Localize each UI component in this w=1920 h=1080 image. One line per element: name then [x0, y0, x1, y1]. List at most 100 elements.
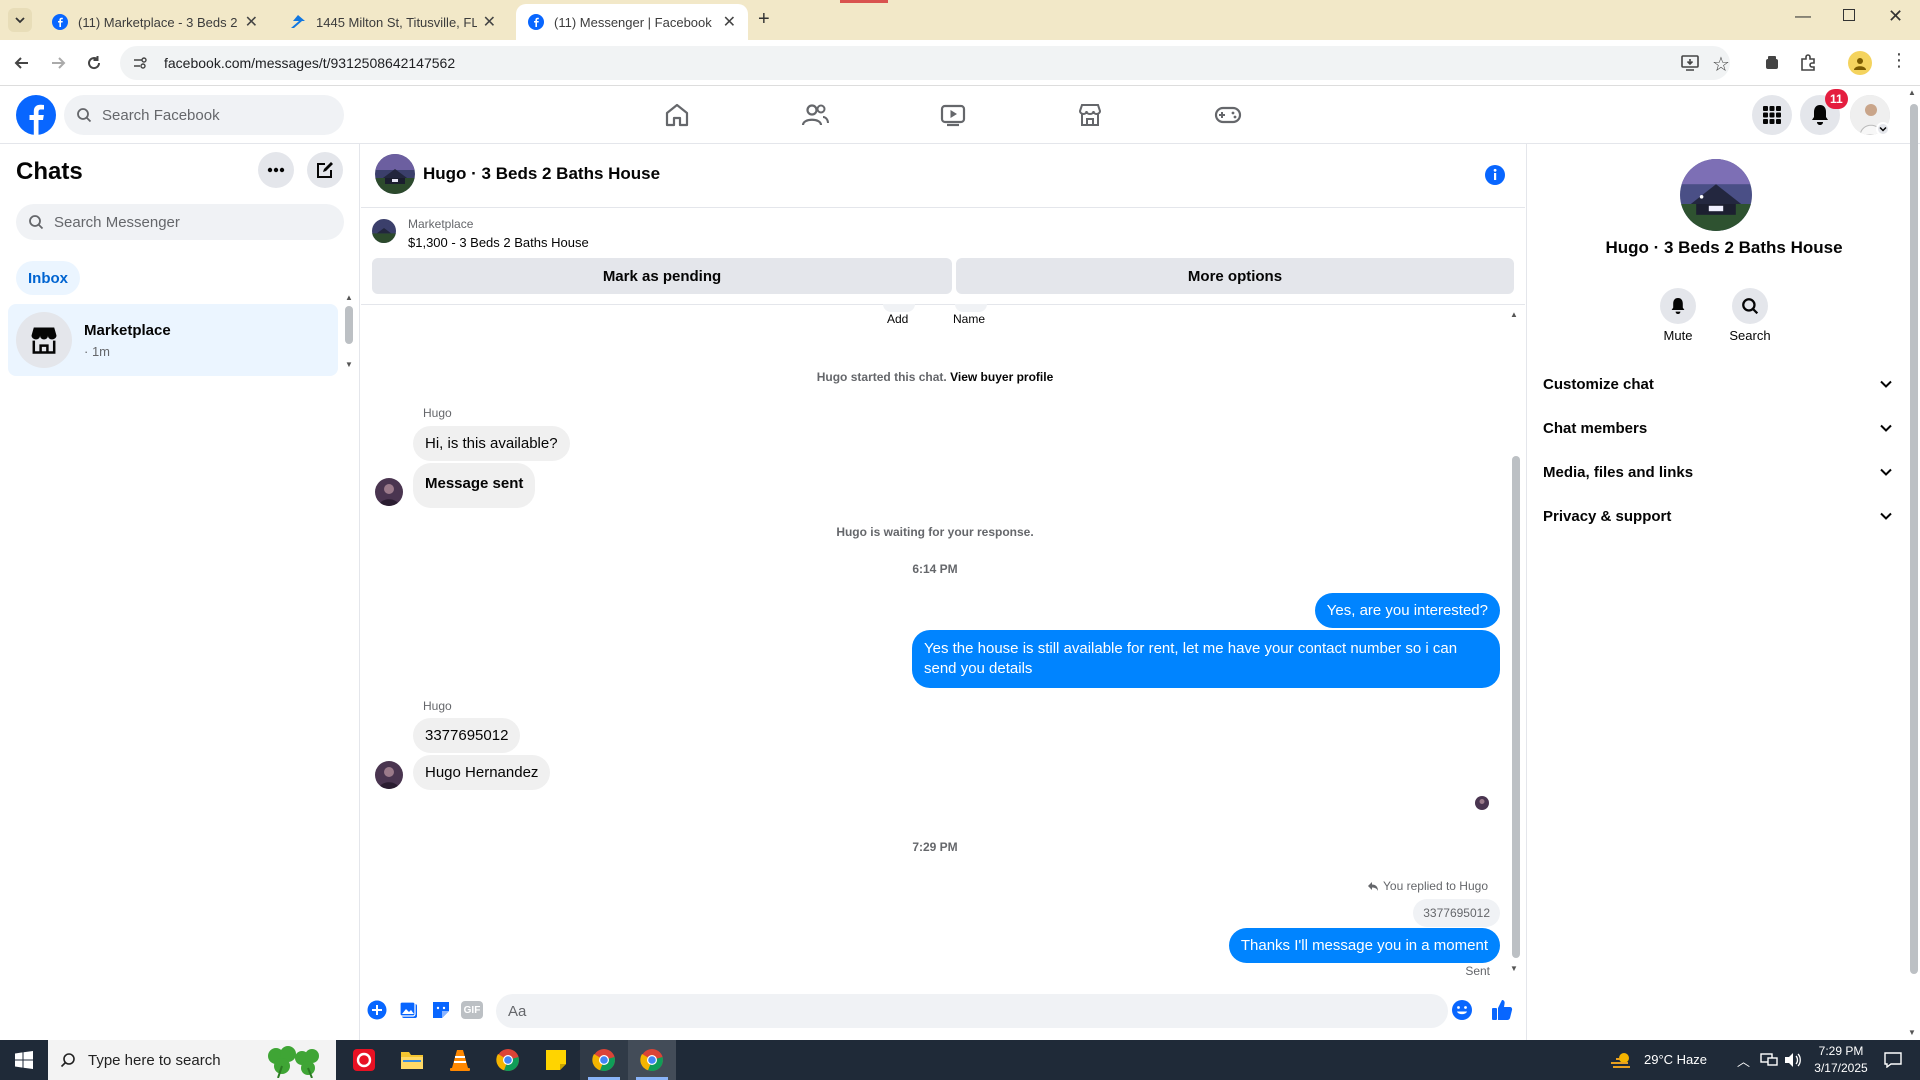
- conversation-scrollbar[interactable]: [1512, 456, 1520, 958]
- taskbar-search-input[interactable]: Type here to search: [48, 1040, 336, 1080]
- minimize-button[interactable]: —: [1795, 8, 1811, 26]
- conversation-info-button[interactable]: [1484, 164, 1506, 186]
- attach-photo-button[interactable]: [399, 1000, 419, 1020]
- start-button[interactable]: [0, 1040, 48, 1080]
- view-buyer-profile-link[interactable]: View buyer profile: [950, 370, 1053, 384]
- sender-avatar[interactable]: [375, 478, 403, 506]
- tab-search-button[interactable]: [8, 8, 32, 32]
- browser-menu-icon[interactable]: ⋮: [1890, 50, 1908, 71]
- scroll-up-arrow[interactable]: ▲: [1908, 88, 1916, 97]
- chats-options-button[interactable]: [258, 152, 294, 188]
- close-icon[interactable]: ✕: [483, 12, 496, 32]
- clock-time[interactable]: 7:29 PM: [1810, 1044, 1872, 1058]
- reload-button[interactable]: [84, 53, 104, 73]
- facebook-logo[interactable]: [16, 95, 56, 135]
- close-icon[interactable]: ✕: [245, 12, 258, 32]
- taskbar-file-explorer[interactable]: [388, 1040, 436, 1080]
- scroll-up-arrow[interactable]: ▲: [1510, 310, 1518, 319]
- clock-date[interactable]: 3/17/2025: [1808, 1061, 1874, 1075]
- address-bar[interactable]: facebook.com/messages/t/9312508642147562: [120, 46, 1730, 80]
- media-files-links-row[interactable]: Media, files and links: [1543, 450, 1893, 494]
- chat-members-row[interactable]: Chat members: [1543, 406, 1893, 450]
- listing-thumbnail[interactable]: [372, 219, 396, 243]
- weather-text[interactable]: 29°C Haze: [1644, 1052, 1707, 1067]
- new-message-button[interactable]: [307, 152, 343, 188]
- site-settings-icon[interactable]: [132, 55, 148, 71]
- taskbar-chrome-profile-2[interactable]: [628, 1040, 676, 1080]
- add-action-label[interactable]: Add: [887, 312, 908, 326]
- facebook-logo-icon: [16, 95, 56, 135]
- listing-price-title[interactable]: $1,300 - 3 Beds 2 Baths House: [408, 235, 589, 250]
- menu-button[interactable]: [1752, 95, 1792, 135]
- nav-home[interactable]: [662, 100, 692, 130]
- customize-chat-row[interactable]: Customize chat: [1543, 362, 1893, 406]
- chevron-down-icon: [1880, 424, 1892, 432]
- conversation-title[interactable]: Hugo · 3 Beds 2 Baths House: [423, 164, 660, 184]
- scroll-down-arrow[interactable]: ▼: [1510, 964, 1518, 973]
- messenger-search-input[interactable]: Search Messenger: [16, 204, 344, 240]
- taskbar-sticky-notes[interactable]: [532, 1040, 580, 1080]
- nav-watch[interactable]: [938, 100, 968, 130]
- outgoing-message[interactable]: Yes, are you interested?: [1314, 593, 1500, 628]
- listing-avatar[interactable]: [375, 154, 415, 194]
- sender-avatar[interactable]: [375, 761, 403, 789]
- gif-icon[interactable]: GIF: [461, 1001, 483, 1019]
- extensions-icon[interactable]: [1798, 53, 1818, 73]
- name-action-icon[interactable]: [955, 304, 987, 312]
- profile-avatar-icon[interactable]: [1848, 51, 1872, 75]
- add-action-icon[interactable]: [883, 304, 915, 312]
- scroll-down-arrow[interactable]: ▼: [1908, 1028, 1916, 1037]
- close-icon[interactable]: ✕: [723, 12, 736, 32]
- search-conversation-button[interactable]: [1732, 288, 1768, 324]
- bookmark-star-icon[interactable]: ☆: [1712, 52, 1730, 77]
- more-actions-button[interactable]: [367, 1000, 387, 1020]
- taskbar-vlc[interactable]: [436, 1040, 484, 1080]
- restore-button[interactable]: [1843, 9, 1855, 21]
- new-tab-button[interactable]: +: [758, 8, 770, 31]
- scroll-up-arrow[interactable]: ▲: [345, 293, 353, 302]
- close-window-button[interactable]: ✕: [1888, 6, 1903, 27]
- mute-button[interactable]: [1660, 288, 1696, 324]
- privacy-support-row[interactable]: Privacy & support: [1543, 494, 1893, 538]
- message-composer-input[interactable]: Aa: [496, 994, 1448, 1028]
- back-button[interactable]: [12, 53, 32, 73]
- scroll-down-arrow[interactable]: ▼: [345, 360, 353, 369]
- tab-messenger[interactable]: (11) Messenger | Facebook ✕: [516, 4, 748, 40]
- network-icon[interactable]: [1760, 1052, 1778, 1068]
- like-button[interactable]: [1490, 998, 1514, 1022]
- taskbar-app-red[interactable]: [340, 1040, 388, 1080]
- chat-list-item[interactable]: Marketplace · 1m: [8, 304, 338, 376]
- weather-icon[interactable]: [1610, 1050, 1634, 1070]
- incoming-message[interactable]: Message sent: [413, 463, 536, 508]
- outgoing-message[interactable]: Thanks I'll message you in a moment: [1228, 928, 1500, 963]
- tab-marketplace[interactable]: (11) Marketplace - 3 Beds 2 Bat ✕: [40, 4, 270, 40]
- filter-inbox-tab[interactable]: Inbox: [16, 261, 80, 295]
- extension-puzzle-icon[interactable]: [1762, 53, 1782, 73]
- taskbar-chrome-profile-1[interactable]: [580, 1040, 628, 1080]
- chat-list-scrollbar[interactable]: [345, 306, 353, 344]
- more-options-button[interactable]: More options: [956, 258, 1514, 294]
- name-action-label[interactable]: Name: [953, 312, 985, 326]
- taskbar-chrome[interactable]: [484, 1040, 532, 1080]
- mark-as-pending-button[interactable]: Mark as pending: [372, 258, 952, 294]
- listing-profile-photo[interactable]: [1680, 159, 1752, 231]
- outgoing-message[interactable]: Yes the house is still available for ren…: [912, 630, 1500, 688]
- volume-icon[interactable]: [1784, 1052, 1802, 1068]
- install-app-icon[interactable]: [1680, 53, 1700, 73]
- action-center-icon[interactable]: [1884, 1052, 1902, 1068]
- reply-quote[interactable]: 3377695012: [1413, 899, 1500, 927]
- incoming-message[interactable]: Hi, is this available?: [413, 426, 570, 461]
- tray-overflow-chevron-icon[interactable]: ︿: [1737, 1051, 1750, 1070]
- facebook-search-input[interactable]: Search Facebook: [64, 95, 344, 135]
- page-scrollbar[interactable]: [1910, 104, 1918, 974]
- account-menu-chevron[interactable]: [1876, 122, 1890, 136]
- nav-friends[interactable]: [800, 100, 830, 130]
- nav-gaming[interactable]: [1213, 100, 1243, 130]
- incoming-message[interactable]: Hugo Hernandez: [413, 755, 551, 790]
- sticker-button[interactable]: [431, 1000, 451, 1020]
- nav-marketplace[interactable]: [1075, 100, 1105, 130]
- incoming-message[interactable]: 3377695012: [413, 718, 521, 753]
- tab-zillow[interactable]: 1445 Milton St, Titusville, FL 32 ✕: [278, 4, 508, 40]
- emoji-button[interactable]: [1451, 999, 1473, 1021]
- forward-button[interactable]: [48, 53, 68, 73]
